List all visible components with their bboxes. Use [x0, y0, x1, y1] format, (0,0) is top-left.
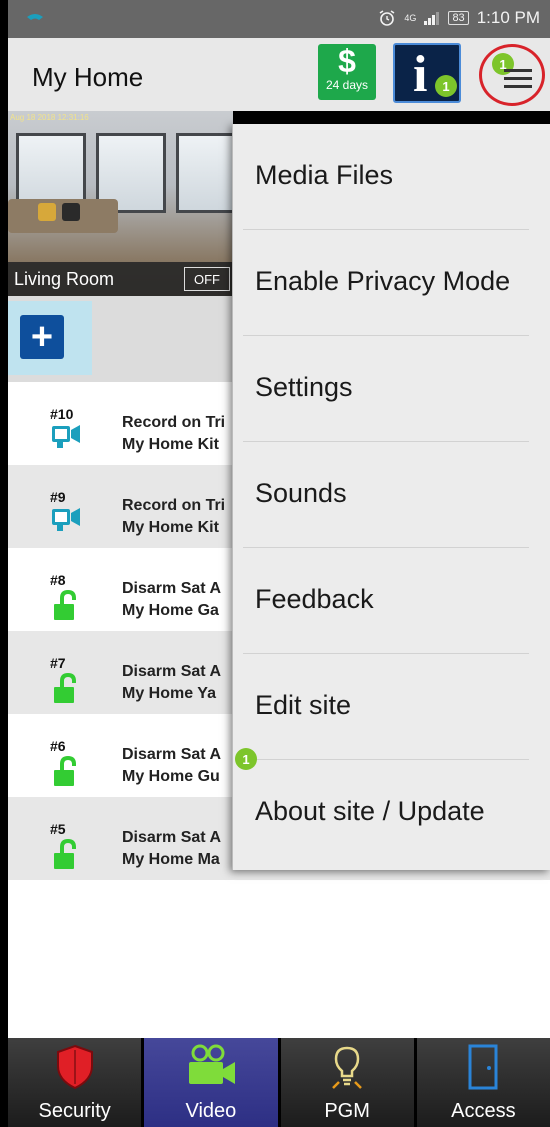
- event-number: #7: [50, 655, 66, 671]
- video-camera-icon: [52, 508, 80, 531]
- status-indicators: 4G 83 1:10 PM: [378, 8, 540, 28]
- app-header: My Home $ 24 days i 1 1: [8, 38, 550, 111]
- page-title: My Home: [32, 62, 144, 92]
- menu-item-label: Media Files: [255, 160, 394, 190]
- event-location: My Home Ya: [122, 685, 216, 702]
- clock: 1:10 PM: [476, 8, 540, 27]
- event-number: #9: [50, 489, 66, 505]
- video-camera-icon: [188, 1044, 235, 1084]
- tab-pgm[interactable]: PGM: [277, 1038, 414, 1127]
- event-location: My Home Ga: [122, 602, 219, 619]
- door-icon: [468, 1044, 498, 1090]
- menu-item-privacy-mode[interactable]: Enable Privacy Mode: [233, 230, 550, 336]
- network-type: 4G: [404, 13, 417, 23]
- event-location: My Home Kit: [122, 436, 219, 453]
- add-tile: +: [8, 301, 92, 375]
- event-title: Disarm Sat A: [122, 580, 221, 597]
- video-camera-icon: [52, 425, 80, 448]
- subscription-days: 24 days: [325, 78, 369, 92]
- event-location: My Home Ma: [122, 851, 220, 868]
- shield-icon: [56, 1044, 93, 1090]
- plus-icon: +: [30, 316, 54, 358]
- menu-item-edit-site[interactable]: Edit site: [233, 654, 550, 760]
- unlocked-padlock-icon: [54, 673, 76, 703]
- menu-item-media-files[interactable]: Media Files: [233, 124, 550, 230]
- menu-item-feedback[interactable]: Feedback: [233, 548, 550, 654]
- event-title: Record on Tri: [122, 414, 226, 431]
- subscription-button[interactable]: $ 24 days: [318, 44, 376, 100]
- battery-level: 83: [448, 11, 469, 25]
- add-row: +: [8, 296, 233, 382]
- event-number: #10: [50, 406, 74, 422]
- tab-access[interactable]: Access: [413, 1038, 550, 1127]
- bottom-nav: Security Video PGM Access: [8, 1038, 550, 1127]
- camera-label-bar: Living Room OFF: [8, 262, 233, 296]
- tab-label: Video: [185, 1100, 237, 1122]
- event-number: #8: [50, 572, 66, 588]
- signal-icon: [424, 12, 440, 25]
- alarm-clock-icon: [379, 10, 395, 26]
- tab-video[interactable]: Video: [141, 1038, 278, 1127]
- camera-timestamp: Aug 18 2018 12:31:16: [10, 113, 89, 122]
- app-notification-icon: [27, 14, 43, 20]
- info-badge: 1: [435, 75, 457, 97]
- menu-item-label: Sounds: [255, 478, 347, 508]
- event-title: Disarm Sat A: [122, 663, 221, 680]
- unlocked-padlock-icon: [54, 590, 76, 620]
- hamburger-menu-button[interactable]: 1: [479, 44, 545, 106]
- info-icon: i: [413, 46, 428, 103]
- camera-name: Living Room: [14, 269, 115, 289]
- dollar-icon: $: [338, 43, 356, 79]
- event-number: #6: [50, 738, 66, 754]
- event-location: My Home Kit: [122, 519, 219, 536]
- event-number: #5: [50, 821, 66, 837]
- tab-label: Security: [38, 1100, 111, 1122]
- event-title: Disarm Sat A: [122, 829, 221, 846]
- overflow-menu: Media Files Enable Privacy Mode Settings…: [232, 124, 550, 870]
- menu-item-label: Feedback: [255, 584, 374, 614]
- add-button[interactable]: +: [20, 315, 64, 359]
- pillow: [38, 203, 56, 221]
- info-button[interactable]: i 1: [393, 43, 461, 103]
- pillow: [62, 203, 80, 221]
- menu-item-sounds[interactable]: Sounds: [233, 442, 550, 548]
- update-badge: 1: [235, 748, 257, 770]
- list-empty-area: [8, 880, 550, 1038]
- menu-item-about-site[interactable]: 1 About site / Update: [233, 748, 550, 866]
- camera-preview[interactable]: Aug 18 2018 12:31:16 Living Room OFF: [8, 111, 233, 296]
- room-window: [176, 133, 233, 213]
- menu-item-label: Edit site: [255, 690, 352, 720]
- camera-toggle[interactable]: OFF: [184, 267, 230, 291]
- menu-item-settings[interactable]: Settings: [233, 336, 550, 442]
- unlocked-padlock-icon: [54, 756, 76, 786]
- light-bulb-icon: [332, 1046, 363, 1089]
- event-title: Disarm Sat A: [122, 746, 221, 763]
- menu-item-label: About site / Update: [255, 796, 485, 826]
- unlocked-padlock-icon: [54, 839, 76, 869]
- tab-label: Access: [451, 1100, 516, 1122]
- event-location: My Home Gu: [122, 768, 220, 785]
- menu-item-label: Enable Privacy Mode: [255, 266, 511, 296]
- event-title: Record on Tri: [122, 497, 226, 514]
- status-bar: 4G 83 1:10 PM: [8, 0, 550, 38]
- tab-security[interactable]: Security: [8, 1038, 142, 1127]
- tab-label: PGM: [324, 1100, 370, 1122]
- menu-item-label: Settings: [255, 372, 353, 402]
